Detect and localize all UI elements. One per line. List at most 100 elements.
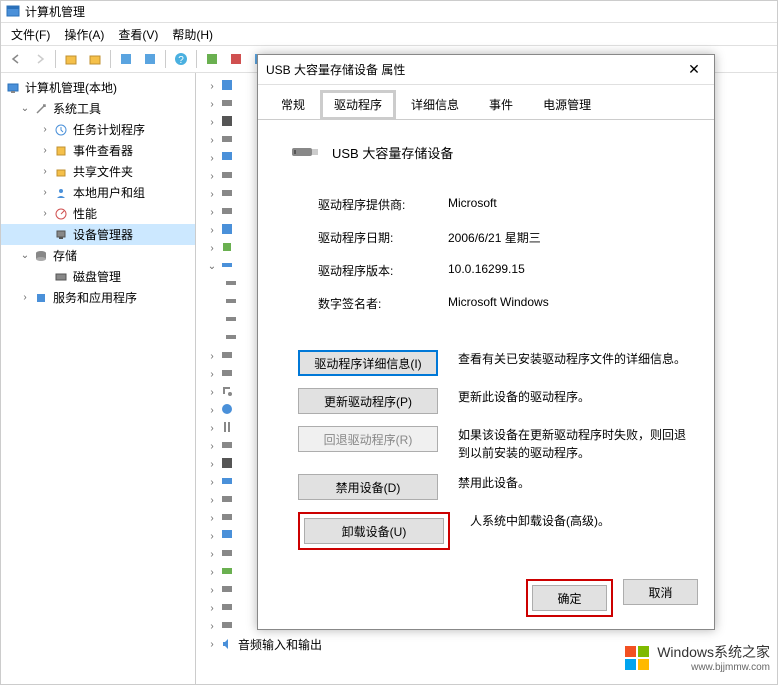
chevron-right-icon[interactable]: › — [204, 171, 220, 182]
close-icon[interactable]: ✕ — [682, 58, 706, 82]
chevron-down-icon[interactable]: ⌄ — [17, 250, 33, 261]
tree-storage[interactable]: ⌄ 存储 — [1, 245, 195, 266]
chevron-right-icon[interactable]: › — [204, 549, 220, 560]
chevron-down-icon[interactable]: ⌄ — [17, 103, 33, 114]
toolbar-btn-icon[interactable] — [225, 48, 247, 70]
dialog-titlebar: USB 大容量存储设备 属性 ✕ — [258, 55, 714, 85]
device-category-icon — [220, 510, 236, 526]
tree-label: 性能 — [73, 205, 97, 222]
toolbar-help-icon[interactable]: ? — [170, 48, 192, 70]
tree-root[interactable]: 计算机管理(本地) — [1, 77, 195, 98]
chevron-right-icon[interactable]: › — [204, 621, 220, 632]
chevron-right-icon[interactable]: › — [204, 513, 220, 524]
dialog-title: USB 大容量存储设备 属性 — [266, 61, 405, 78]
perf-icon — [53, 206, 69, 222]
toolbar-btn-icon[interactable] — [139, 48, 161, 70]
audio-icon — [220, 637, 236, 653]
tab-driver[interactable]: 驱动程序 — [320, 90, 396, 120]
toolbar-back-icon[interactable] — [5, 48, 27, 70]
chevron-right-icon[interactable]: › — [204, 567, 220, 578]
device-category-icon — [220, 402, 236, 418]
usb-drive-icon — [288, 136, 320, 168]
chevron-right-icon[interactable]: › — [204, 531, 220, 542]
menu-action[interactable]: 操作(A) — [58, 24, 110, 45]
chevron-right-icon[interactable]: › — [204, 207, 220, 218]
chevron-right-icon[interactable]: › — [204, 81, 220, 92]
update-driver-button[interactable]: 更新驱动程序(P) — [298, 388, 438, 414]
chevron-right-icon[interactable]: › — [17, 292, 33, 303]
tree-eventviewer[interactable]: › 事件查看器 — [1, 140, 195, 161]
chevron-right-icon[interactable]: › — [204, 423, 220, 434]
chevron-right-icon[interactable]: › — [204, 387, 220, 398]
action-description: 更新此设备的驱动程序。 — [458, 388, 694, 406]
toolbar-forward-icon[interactable] — [29, 48, 51, 70]
tree-label: 存储 — [53, 247, 77, 264]
chevron-right-icon[interactable]: › — [204, 639, 220, 650]
tree-label: 系统工具 — [53, 100, 101, 117]
chevron-right-icon[interactable]: › — [204, 351, 220, 362]
chevron-down-icon[interactable]: ⌄ — [204, 261, 220, 272]
device-category-icon — [220, 528, 236, 544]
uninstall-device-button[interactable]: 卸载设备(U) — [304, 518, 444, 544]
tree-services[interactable]: › 服务和应用程序 — [1, 287, 195, 308]
menu-help[interactable]: 帮助(H) — [166, 24, 219, 45]
chevron-right-icon[interactable]: › — [204, 99, 220, 110]
watermark-url: www.bjjmmw.com — [657, 662, 770, 673]
tree-performance[interactable]: › 性能 — [1, 203, 195, 224]
tree-diskmgr[interactable]: 磁盘管理 — [1, 266, 195, 287]
device-category-icon — [220, 240, 236, 256]
info-value: Microsoft Windows — [448, 295, 549, 312]
info-label: 驱动程序提供商: — [318, 196, 448, 213]
chevron-right-icon[interactable]: › — [37, 166, 53, 177]
chevron-right-icon[interactable]: › — [204, 441, 220, 452]
device-category-icon — [220, 546, 236, 562]
device-category-icon — [220, 564, 236, 580]
tree-devicemgr[interactable]: 设备管理器 — [1, 224, 195, 245]
menu-view[interactable]: 查看(V) — [112, 24, 164, 45]
chevron-right-icon[interactable]: › — [204, 585, 220, 596]
tree-localusers[interactable]: › 本地用户和组 — [1, 182, 195, 203]
disable-device-button[interactable]: 禁用设备(D) — [298, 474, 438, 500]
rollback-driver-button: 回退驱动程序(R) — [298, 426, 438, 452]
chevron-right-icon[interactable]: › — [204, 405, 220, 416]
chevron-right-icon[interactable]: › — [204, 459, 220, 470]
tab-general[interactable]: 常规 — [266, 89, 320, 119]
chevron-right-icon[interactable]: › — [204, 189, 220, 200]
device-category-icon — [220, 96, 236, 112]
chevron-right-icon[interactable]: › — [204, 243, 220, 254]
device-item-icon — [224, 294, 240, 310]
ok-button[interactable]: 确定 — [532, 585, 607, 611]
chevron-right-icon[interactable]: › — [204, 153, 220, 164]
tree-systools[interactable]: ⌄ 系统工具 — [1, 98, 195, 119]
toolbar-folder-icon[interactable] — [84, 48, 106, 70]
chevron-right-icon[interactable]: › — [204, 495, 220, 506]
chevron-right-icon[interactable]: › — [37, 187, 53, 198]
watermark-text-block: Windows系统之家 www.bjjmmw.com — [657, 642, 770, 673]
chevron-right-icon[interactable]: › — [204, 603, 220, 614]
clock-icon — [53, 122, 69, 138]
device-category-icon — [220, 384, 236, 400]
chevron-right-icon[interactable]: › — [37, 208, 53, 219]
tab-details[interactable]: 详细信息 — [396, 89, 474, 119]
menu-file[interactable]: 文件(F) — [5, 24, 56, 45]
tree-sharedfolders[interactable]: › 共享文件夹 — [1, 161, 195, 182]
chevron-right-icon[interactable]: › — [37, 145, 53, 156]
chevron-right-icon[interactable]: › — [204, 477, 220, 488]
chevron-right-icon[interactable]: › — [204, 135, 220, 146]
chevron-right-icon[interactable]: › — [204, 225, 220, 236]
toolbar-btn-icon[interactable] — [115, 48, 137, 70]
tree-label: 计算机管理(本地) — [25, 79, 117, 96]
cancel-button[interactable]: 取消 — [623, 579, 698, 605]
info-label: 驱动程序版本: — [318, 262, 448, 279]
chevron-right-icon[interactable]: › — [37, 124, 53, 135]
toolbar-up-icon[interactable] — [60, 48, 82, 70]
driver-details-button[interactable]: 驱动程序详细信息(I) — [298, 350, 438, 376]
chevron-right-icon[interactable]: › — [204, 117, 220, 128]
chevron-right-icon[interactable]: › — [204, 369, 220, 380]
device-category-icon — [220, 582, 236, 598]
tree-taskscheduler[interactable]: › 任务计划程序 — [1, 119, 195, 140]
tab-power[interactable]: 电源管理 — [528, 89, 606, 119]
tab-events[interactable]: 事件 — [474, 89, 528, 119]
toolbar-btn-icon[interactable] — [201, 48, 223, 70]
tree-label: 磁盘管理 — [73, 268, 121, 285]
